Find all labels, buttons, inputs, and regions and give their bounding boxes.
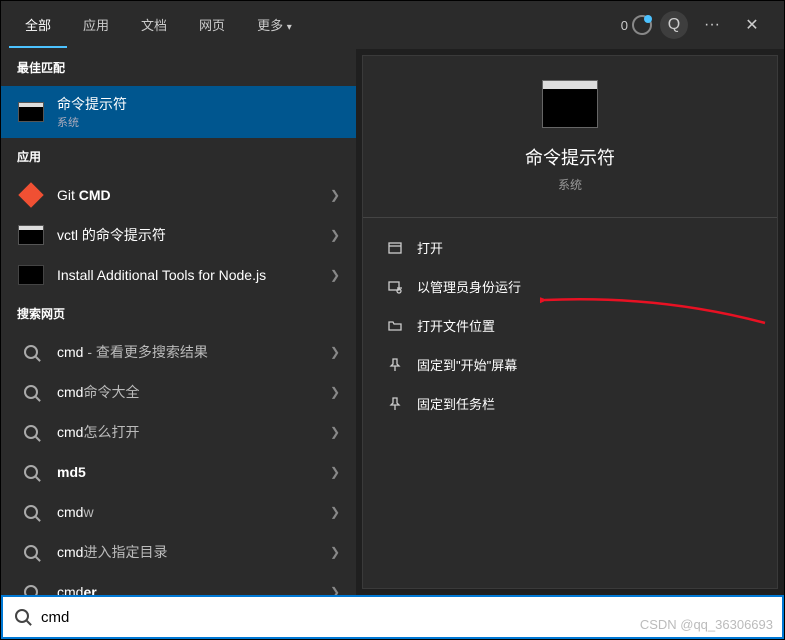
result-title: cmd怎么打开 (57, 422, 318, 442)
search-icon (17, 540, 45, 564)
cmd-icon (17, 223, 45, 247)
chevron-right-icon: ❯ (330, 385, 340, 399)
tab-apps[interactable]: 应用 (67, 3, 125, 48)
result-title: vctl 的命令提示符 (57, 225, 318, 245)
action-run-as-admin[interactable]: 以管理员身份运行 (363, 267, 777, 306)
folder-icon (387, 318, 403, 334)
result-web[interactable]: md5 ❯ (1, 452, 356, 492)
action-label: 以管理员身份运行 (417, 277, 521, 296)
result-best-match[interactable]: 命令提示符 系统 (1, 86, 356, 138)
result-title: md5 (57, 464, 318, 480)
preview-subtitle: 系统 (558, 176, 582, 193)
tab-docs[interactable]: 文档 (125, 3, 183, 48)
admin-icon (387, 279, 403, 295)
action-open[interactable]: 打开 (363, 228, 777, 267)
git-icon (17, 183, 45, 207)
action-label: 固定到任务栏 (417, 394, 495, 413)
result-web[interactable]: cmd - 查看更多搜索结果 ❯ (1, 332, 356, 372)
preview-app-icon (542, 80, 598, 128)
preview-panel: 命令提示符 系统 打开 以管理员身份运行 打开文件位置 固定到 (362, 55, 778, 589)
action-pin-start[interactable]: 固定到"开始"屏幕 (363, 345, 777, 384)
result-title: cmd - 查看更多搜索结果 (57, 342, 318, 362)
result-title: cmd命令大全 (57, 382, 318, 402)
search-icon (17, 420, 45, 444)
chevron-right-icon: ❯ (330, 228, 340, 242)
preview-title: 命令提示符 (525, 144, 615, 170)
result-title: cmd进入指定目录 (57, 542, 318, 562)
watermark: CSDN @qq_36306693 (640, 617, 773, 632)
action-open-location[interactable]: 打开文件位置 (363, 306, 777, 345)
section-web: 搜索网页 (1, 295, 356, 332)
result-title: 命令提示符 (57, 94, 340, 114)
search-icon (17, 340, 45, 364)
options-button[interactable]: ··· (696, 9, 728, 41)
result-subtitle: 系统 (57, 114, 340, 130)
chevron-right-icon: ❯ (330, 268, 340, 282)
result-title: Install Additional Tools for Node.js (57, 267, 318, 283)
result-web[interactable]: cmd进入指定目录 ❯ (1, 532, 356, 572)
result-title: cmder (57, 584, 318, 595)
action-pin-taskbar[interactable]: 固定到任务栏 (363, 384, 777, 423)
action-label: 打开文件位置 (417, 316, 495, 335)
chevron-right-icon: ❯ (330, 465, 340, 479)
chevron-right-icon: ❯ (330, 545, 340, 559)
tab-all[interactable]: 全部 (9, 3, 67, 48)
pin-icon (387, 357, 403, 373)
tab-web[interactable]: 网页 (183, 3, 241, 48)
chevron-right-icon: ❯ (330, 425, 340, 439)
chevron-right-icon: ❯ (330, 188, 340, 202)
rewards-icon (632, 15, 652, 35)
top-bar: 全部 应用 文档 网页 更多 ▾ 0 Q ··· ✕ (1, 1, 784, 49)
preview-actions: 打开 以管理员身份运行 打开文件位置 固定到"开始"屏幕 固定到任务栏 (363, 218, 777, 433)
section-best-match: 最佳匹配 (1, 49, 356, 86)
result-web[interactable]: cmd怎么打开 ❯ (1, 412, 356, 452)
filter-tabs: 全部 应用 文档 网页 更多 ▾ (9, 3, 621, 48)
search-icon (17, 380, 45, 404)
result-app[interactable]: Install Additional Tools for Node.js ❯ (1, 255, 356, 295)
rewards-badge[interactable]: 0 (621, 15, 652, 35)
result-app[interactable]: Git CMD ❯ (1, 175, 356, 215)
section-apps: 应用 (1, 138, 356, 175)
search-icon (17, 500, 45, 524)
result-web[interactable]: cmdw ❯ (1, 492, 356, 532)
search-icon (15, 609, 31, 625)
result-title: Git CMD (57, 187, 318, 203)
results-panel: 最佳匹配 命令提示符 系统 应用 Git CMD ❯ vctl 的命令提示符 ❯ (1, 49, 356, 595)
chevron-right-icon: ❯ (330, 505, 340, 519)
cmd-icon (17, 100, 45, 124)
result-app[interactable]: vctl 的命令提示符 ❯ (1, 215, 356, 255)
chevron-right-icon: ❯ (330, 345, 340, 359)
chevron-right-icon: ❯ (330, 585, 340, 595)
search-icon (17, 580, 45, 595)
result-web[interactable]: cmd命令大全 ❯ (1, 372, 356, 412)
close-button[interactable]: ✕ (736, 9, 768, 41)
result-web[interactable]: cmder ❯ (1, 572, 356, 595)
action-label: 固定到"开始"屏幕 (417, 355, 517, 374)
action-label: 打开 (417, 238, 443, 257)
nodejs-icon (17, 263, 45, 287)
search-icon (17, 460, 45, 484)
result-title: cmdw (57, 504, 318, 520)
pin-icon (387, 396, 403, 412)
tab-more[interactable]: 更多 ▾ (241, 3, 308, 48)
feedback-button[interactable]: Q (660, 11, 688, 39)
open-icon (387, 240, 403, 256)
